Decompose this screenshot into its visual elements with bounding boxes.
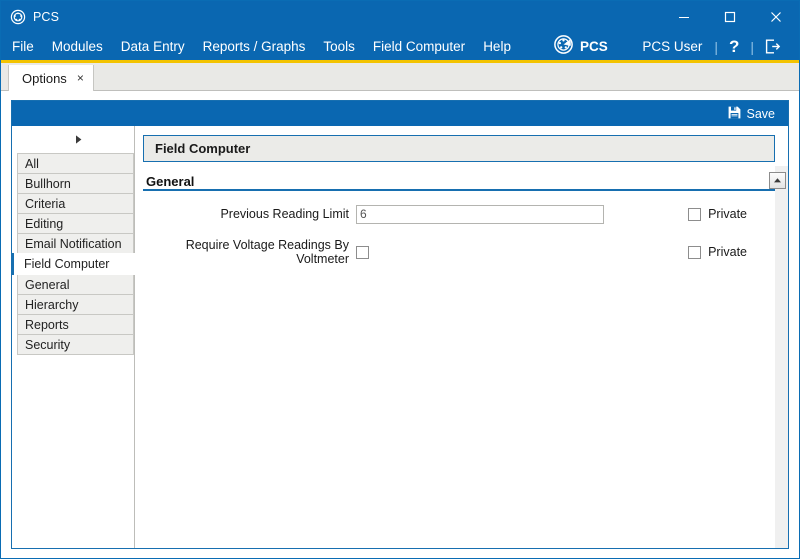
tab-options[interactable]: Options × [8,65,94,91]
general-section-header: General [143,171,786,191]
private-label: Private [708,207,747,221]
settings-pane: Field Computer General Previous Reading … [135,126,788,548]
sidebar-item-label: Reports [25,317,69,332]
sidebar-item-label: Hierarchy [25,297,79,312]
maximize-button[interactable] [707,1,753,33]
save-button[interactable]: Save [724,104,780,124]
help-icon[interactable]: ? [720,33,748,60]
close-icon [771,12,781,22]
sidebar-item-label: Email Notification [25,236,122,251]
menu-item-modules[interactable]: Modules [43,33,112,60]
options-toolbar: Save [12,101,788,126]
menu-separator-1: | [714,38,718,55]
sidebar-item-label: General [25,277,70,292]
sidebar-item-field-computer[interactable]: Field Computer [12,253,135,275]
require-voltage-readings-checkbox[interactable] [356,245,369,259]
menu-item-field-computer[interactable]: Field Computer [364,33,474,60]
menu-item-tools[interactable]: Tools [314,33,364,60]
chevron-up-icon [774,178,781,183]
pcs-logo-icon [10,9,26,25]
tab-close-icon[interactable]: × [77,72,84,84]
section-header-label: General [146,174,195,189]
sidebar-item-criteria[interactable]: Criteria [17,193,134,214]
general-form: Previous Reading Limit Private Require V… [143,191,775,548]
minimize-button[interactable] [661,1,707,33]
previous-reading-limit-label: Previous Reading Limit [220,207,349,221]
sidebar-item-label: Security [25,337,71,352]
sidebar-item-label: Field Computer [24,257,110,271]
menu-separator-2: | [750,38,754,55]
nav-list: All Bullhorn Criteria Editing Email Noti [12,153,135,355]
menu-item-data-entry[interactable]: Data Entry [112,33,194,60]
options-frame: Save All Bullhorn Criteria Editing Email… [11,100,789,549]
triangle-right-icon [75,135,81,144]
save-button-label: Save [746,106,776,121]
close-button[interactable] [753,1,799,33]
current-user-label[interactable]: PCS User [632,39,712,54]
menu-item-reports-graphs[interactable]: Reports / Graphs [194,33,315,60]
menu-bar-right: PCS User | ? | [632,33,799,60]
sidebar-item-security[interactable]: Security [17,334,134,355]
section-collapse-button[interactable] [769,172,786,189]
logout-button[interactable] [756,38,789,55]
private-checkbox-require-voltage-readings[interactable] [688,245,702,259]
window-controls [661,1,799,33]
field-row-require-voltage-readings: Require Voltage Readings By Voltmeter Pr… [143,237,775,267]
pcs-brand-label: PCS [579,39,608,54]
vertical-scrollbar[interactable] [775,166,788,548]
sidebar-item-general[interactable]: General [17,274,134,295]
section-header-bar: General [143,171,775,191]
menu-item-file[interactable]: File [3,33,43,60]
sidebar-item-reports[interactable]: Reports [17,314,134,335]
previous-reading-limit-input[interactable] [356,204,604,224]
sidebar-item-label: Criteria [25,196,66,211]
application-window: PCS File Modules Data Entry Reports / Gr… [0,0,800,559]
private-group-previous-reading-limit: Private [688,207,775,221]
private-label: Private [708,245,747,259]
field-row-previous-reading-limit: Previous Reading Limit Private [143,199,775,229]
private-group-require-voltage-readings: Private [688,245,775,259]
sidebar-item-editing[interactable]: Editing [17,213,134,234]
options-content: All Bullhorn Criteria Editing Email Noti [12,126,788,548]
sidebar-item-all[interactable]: All [17,153,134,174]
tab-strip: Options × [1,63,799,91]
tab-options-label: Options [22,70,67,86]
body-area: Save All Bullhorn Criteria Editing Email… [1,91,799,558]
pcs-brand-button[interactable]: PCS [548,33,614,60]
sidebar-item-label: Editing [25,216,64,231]
require-voltage-readings-label: Require Voltage Readings By Voltmeter [185,238,349,266]
title-bar: PCS [1,1,799,33]
title-bar-left: PCS [1,9,59,25]
nav-expander-button[interactable] [12,126,134,153]
menu-bar: File Modules Data Entry Reports / Graphs… [1,33,799,63]
private-checkbox-previous-reading-limit[interactable] [688,207,702,221]
page-title: Field Computer [143,135,775,162]
page-title-label: Field Computer [155,141,251,156]
minimize-icon [679,17,689,18]
maximize-icon [724,11,736,23]
window-title: PCS [33,10,60,24]
floppy-disk-icon [728,106,741,122]
logout-icon [765,39,781,54]
sidebar-item-hierarchy[interactable]: Hierarchy [17,294,134,315]
menu-item-help[interactable]: Help [474,33,520,60]
options-nav-pane: All Bullhorn Criteria Editing Email Noti [12,126,135,548]
sidebar-item-label: All [25,156,39,171]
sidebar-item-bullhorn[interactable]: Bullhorn [17,173,134,194]
sidebar-item-email-notification[interactable]: Email Notification [17,233,134,254]
sidebar-item-label: Bullhorn [25,176,71,191]
pcs-circle-icon [554,34,573,59]
